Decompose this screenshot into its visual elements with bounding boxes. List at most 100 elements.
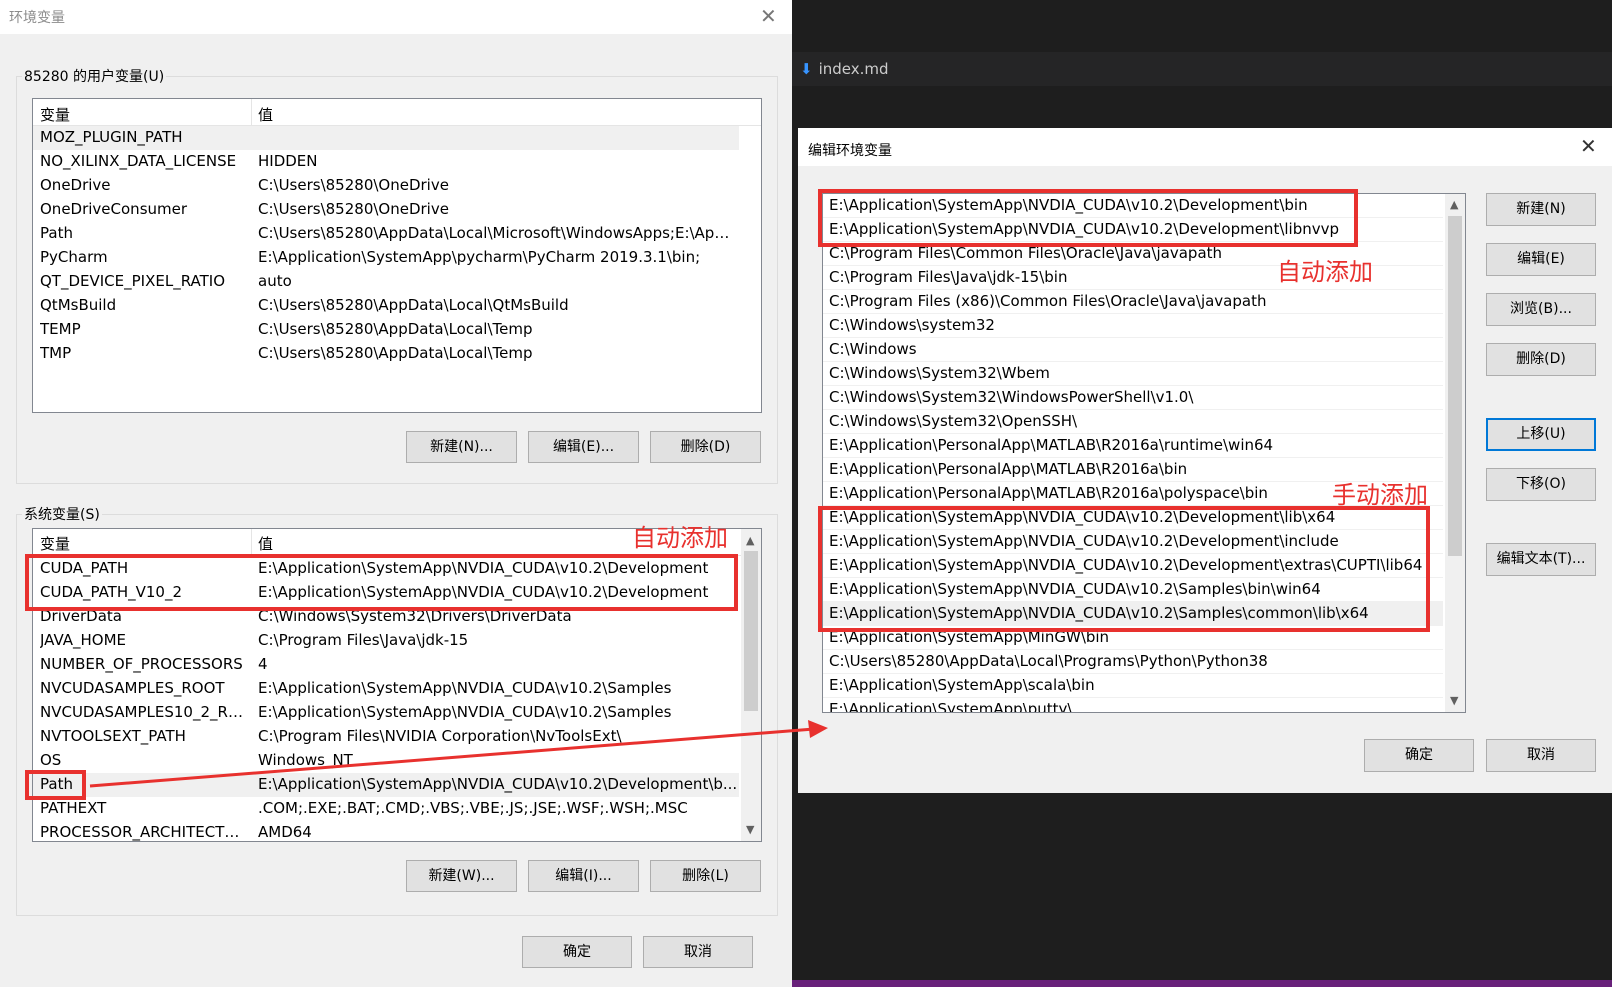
user-variables-label: 85280 的用户变量(U) xyxy=(22,66,167,86)
variable-name: QtMsBuild xyxy=(40,296,117,314)
variable-value: C:\Users\85280\AppData\Local\QtMsBuild xyxy=(258,296,569,314)
list-item[interactable]: C:\Windows\System32\WindowsPowerShell\v1… xyxy=(823,386,1443,410)
edit-text-button[interactable]: 编辑文本(T)... xyxy=(1486,543,1596,576)
close-icon[interactable]: ✕ xyxy=(1580,134,1597,158)
env-dialog-titlebar xyxy=(0,0,792,34)
column-divider[interactable] xyxy=(251,529,252,555)
list-item[interactable]: E:\Application\SystemApp\scala\bin xyxy=(823,674,1443,698)
table-row[interactable]: QT_DEVICE_PIXEL_RATIO auto xyxy=(33,270,739,294)
list-item[interactable]: C:\Windows\System32\OpenSSH\ xyxy=(823,410,1443,434)
scroll-down-icon[interactable]: ▼ xyxy=(746,823,754,836)
edit-ok-button[interactable]: 确定 xyxy=(1364,739,1474,772)
list-item[interactable]: C:\Windows\system32 xyxy=(823,314,1443,338)
path-entry: C:\Windows\system32 xyxy=(829,316,995,334)
move-down-button[interactable]: 下移(O) xyxy=(1486,468,1596,501)
table-row[interactable]: PATHEXT .COM;.EXE;.BAT;.CMD;.VBS;.VBE;.JS… xyxy=(33,797,739,821)
variable-value: AMD64 xyxy=(258,823,312,841)
editor-tab[interactable]: ⬇ index.md xyxy=(800,60,889,78)
table-row[interactable]: OS Windows_NT xyxy=(33,749,739,773)
column-variable[interactable]: 变量 xyxy=(40,104,70,125)
edit-cancel-button[interactable]: 取消 xyxy=(1486,739,1596,772)
list-item[interactable]: C:\Windows xyxy=(823,338,1443,362)
markdown-arrow-icon: ⬇ xyxy=(800,60,813,78)
column-variable[interactable]: 变量 xyxy=(40,533,70,554)
table-row[interactable]: Path C:\Users\85280\AppData\Local\Microso… xyxy=(33,222,739,246)
user-edit-button[interactable]: 编辑(E)... xyxy=(528,431,639,463)
variable-value: C:\Program Files\NVIDIA Corporation\NvTo… xyxy=(258,727,622,745)
auto-added-highlight-box xyxy=(25,554,738,611)
list-item[interactable]: E:\Application\PersonalApp\MATLAB\R2016a… xyxy=(823,434,1443,458)
table-row[interactable]: NVCUDASAMPLES10_2_RO... E:\Application\Sy… xyxy=(33,701,739,725)
variable-name: NUMBER_OF_PROCESSORS xyxy=(40,655,243,673)
scrollbar-thumb[interactable] xyxy=(1448,216,1462,556)
list-item[interactable]: C:\Windows\System32\Wbem xyxy=(823,362,1443,386)
editor-tab-label: index.md xyxy=(818,60,889,78)
column-divider[interactable] xyxy=(251,99,252,125)
table-row[interactable]: JAVA_HOME C:\Program Files\Java\jdk-15 xyxy=(33,629,739,653)
variable-name: NVCUDASAMPLES_ROOT xyxy=(40,679,225,697)
variable-name: NO_XILINX_DATA_LICENSE xyxy=(40,152,237,170)
table-row[interactable]: NVCUDASAMPLES_ROOT E:\Application\SystemA… xyxy=(33,677,739,701)
user-delete-button[interactable]: 删除(D) xyxy=(650,431,761,463)
env-cancel-button[interactable]: 取消 xyxy=(643,936,753,968)
table-row[interactable]: PROCESSOR_ARCHITECTURE AMD64 xyxy=(33,821,739,841)
env-ok-button[interactable]: 确定 xyxy=(522,936,632,968)
variable-value: C:\Users\85280\AppData\Local\Temp xyxy=(258,320,533,338)
scroll-up-icon[interactable]: ▲ xyxy=(746,534,754,547)
table-row[interactable]: OneDrive C:\Users\85280\OneDrive xyxy=(33,174,739,198)
table-row[interactable]: TEMP C:\Users\85280\AppData\Local\Temp xyxy=(33,318,739,342)
system-delete-button[interactable]: 删除(L) xyxy=(650,860,761,892)
auto-added-label-right: 自动添加 xyxy=(1277,258,1373,286)
list-item[interactable]: E:\Application\SystemApp\putty\ xyxy=(823,698,1443,713)
list-item[interactable]: C:\Users\85280\AppData\Local\Programs\Py… xyxy=(823,650,1443,674)
column-value[interactable]: 值 xyxy=(258,104,273,125)
path-delete-button[interactable]: 删除(D) xyxy=(1486,343,1596,376)
variable-value: E:\Application\SystemApp\NVDIA_CUDA\v10.… xyxy=(258,703,672,721)
path-entry: E:\Application\SystemApp\putty\ xyxy=(829,700,1073,713)
system-edit-button[interactable]: 编辑(I)... xyxy=(528,860,639,892)
variable-value: E:\Application\SystemApp\pycharm\PyCharm… xyxy=(258,248,701,266)
variable-value: C:\Users\85280\OneDrive xyxy=(258,176,449,194)
scroll-down-icon[interactable]: ▼ xyxy=(1450,694,1458,707)
variable-value: C:\Program Files\Java\jdk-15 xyxy=(258,631,469,649)
path-entry: C:\Windows\System32\Wbem xyxy=(829,364,1050,382)
system-list-scrollbar[interactable]: ▲ ▼ xyxy=(741,529,761,841)
table-row[interactable]: NUMBER_OF_PROCESSORS 4 xyxy=(33,653,739,677)
env-dialog-title: 环境变量 xyxy=(9,10,65,26)
editor-tabbar xyxy=(792,52,1612,86)
table-row[interactable]: MOZ_PLUGIN_PATH xyxy=(33,126,739,150)
scrollbar-thumb[interactable] xyxy=(744,551,758,711)
move-up-button[interactable]: 上移(U) xyxy=(1486,418,1596,451)
path-entry: C:\Program Files (x86)\Common Files\Orac… xyxy=(829,292,1267,310)
variable-name: OneDrive xyxy=(40,176,111,194)
variable-name: JAVA_HOME xyxy=(40,631,127,649)
path-new-button[interactable]: 新建(N) xyxy=(1486,193,1596,226)
variable-name: PROCESSOR_ARCHITECTURE xyxy=(40,823,250,841)
auto-added-label-left: 自动添加 xyxy=(632,524,728,552)
table-row[interactable]: NO_XILINX_DATA_LICENSE HIDDEN xyxy=(33,150,739,174)
column-value[interactable]: 值 xyxy=(258,533,273,554)
edit-dialog-titlebar xyxy=(798,128,1612,166)
path-highlight-box xyxy=(25,770,86,800)
table-row[interactable]: PyCharm E:\Application\SystemApp\pycharm\… xyxy=(33,246,739,270)
auto-added-path-highlight-box xyxy=(818,189,1358,247)
path-browse-button[interactable]: 浏览(B)... xyxy=(1486,293,1596,326)
table-row[interactable]: Path E:\Application\SystemApp\NVDIA_CUDA\… xyxy=(33,773,739,797)
table-row[interactable]: TMP C:\Users\85280\AppData\Local\Temp xyxy=(33,342,739,366)
path-list-scrollbar[interactable]: ▲ ▼ xyxy=(1445,194,1465,712)
system-new-button[interactable]: 新建(W)... xyxy=(406,860,517,892)
table-row[interactable]: OneDriveConsumer C:\Users\85280\OneDrive xyxy=(33,198,739,222)
table-row[interactable]: NVTOOLSEXT_PATH C:\Program Files\NVIDIA C… xyxy=(33,725,739,749)
scroll-up-icon[interactable]: ▲ xyxy=(1450,198,1458,211)
path-entry: E:\Application\SystemApp\scala\bin xyxy=(829,676,1095,694)
user-new-button[interactable]: 新建(N)... xyxy=(406,431,517,463)
path-entry: E:\Application\PersonalApp\MATLAB\R2016a… xyxy=(829,484,1268,502)
edit-dialog-title: 编辑环境变量 xyxy=(808,143,892,159)
variable-value: C:\Users\85280\AppData\Local\Microsoft\W… xyxy=(258,224,738,242)
close-icon[interactable]: ✕ xyxy=(760,4,777,28)
user-variables-list[interactable]: 变量 值 MOZ_PLUGIN_PATH NO_XILINX_DATA_LICEN… xyxy=(32,98,762,413)
path-edit-button[interactable]: 编辑(E) xyxy=(1486,243,1596,276)
list-item[interactable]: C:\Program Files (x86)\Common Files\Orac… xyxy=(823,290,1443,314)
table-row[interactable]: QtMsBuild C:\Users\85280\AppData\Local\Qt… xyxy=(33,294,739,318)
variable-name: NVTOOLSEXT_PATH xyxy=(40,727,186,745)
